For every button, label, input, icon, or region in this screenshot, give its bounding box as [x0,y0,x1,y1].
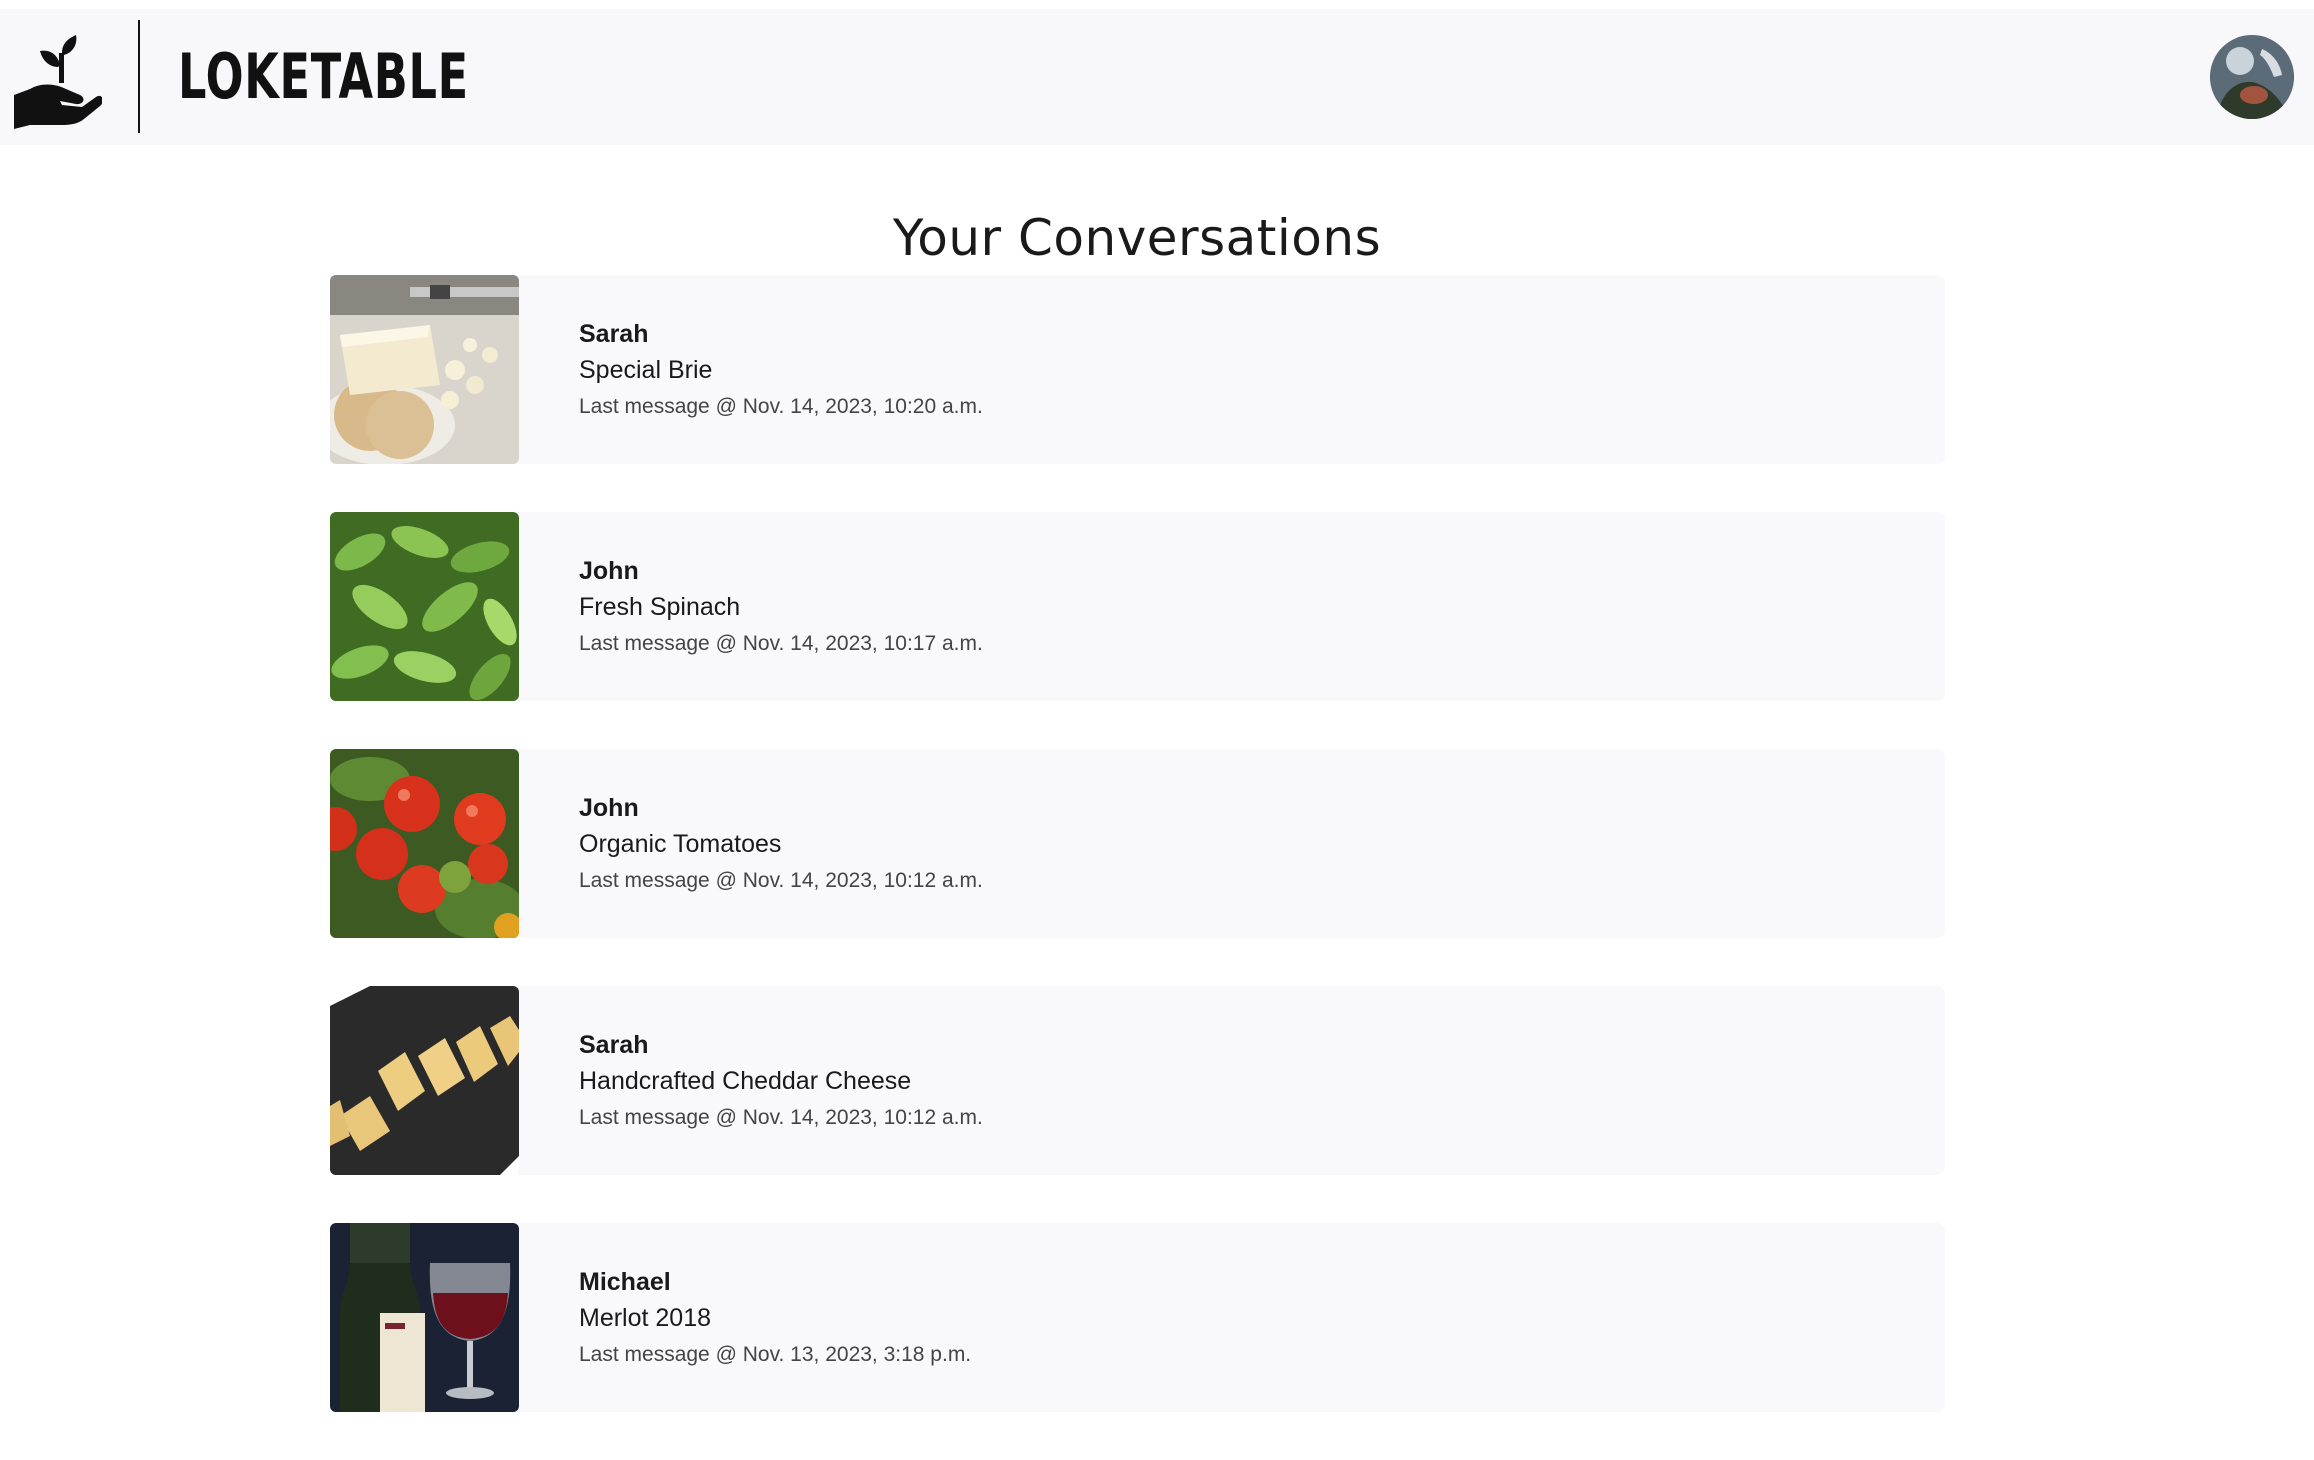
conversation-name: Michael [579,1268,671,1296]
conversation-product: Handcrafted Cheddar Cheese [579,1067,912,1095]
conversation-item[interactable]: John Fresh Spinach Last message @ Nov. 1… [330,512,1945,701]
conversation-timestamp: Last message @ Nov. 14, 2023, 10:20 a.m. [579,395,983,418]
user-avatar[interactable] [2210,35,2294,119]
wine-thumbnail [330,1223,519,1412]
conversation-product: Fresh Spinach [579,593,741,621]
top-strip [0,0,2314,9]
hand-sprout-icon[interactable] [10,33,103,137]
conversation-item[interactable]: Sarah Special Brie Last message @ Nov. 1… [330,275,1945,464]
conversation-name: Sarah [579,320,649,348]
cheddar-thumbnail [330,986,519,1175]
conversation-item[interactable]: Sarah Handcrafted Cheddar Cheese Last me… [330,986,1945,1175]
conversation-product: Organic Tomatoes [579,830,782,858]
conversation-timestamp: Last message @ Nov. 14, 2023, 10:12 a.m. [579,1106,983,1129]
conversation-timestamp: Last message @ Nov. 13, 2023, 3:18 p.m. [579,1343,972,1366]
conversation-item[interactable]: Michael Merlot 2018 Last message @ Nov. … [330,1223,1945,1412]
conversation-name: John [579,794,639,822]
tomatoes-thumbnail [330,749,519,938]
logo-divider [138,20,140,133]
brie-cheese-thumbnail [330,275,519,464]
conversation-timestamp: Last message @ Nov. 14, 2023, 10:17 a.m. [579,632,983,655]
conversation-item[interactable]: John Organic Tomatoes Last message @ Nov… [330,749,1945,938]
conversation-name: John [579,557,639,585]
app-header: LOKETABLE [0,9,2314,145]
conversation-name: Sarah [579,1031,649,1059]
conversation-list: Sarah Special Brie Last message @ Nov. 1… [330,275,1945,1460]
spinach-thumbnail [330,512,519,701]
page-title: Your Conversations [892,208,1382,267]
brand-name[interactable]: LOKETABLE [178,37,469,117]
conversation-product: Merlot 2018 [579,1304,712,1332]
conversation-timestamp: Last message @ Nov. 14, 2023, 10:12 a.m. [579,869,983,892]
conversation-product: Special Brie [579,356,713,384]
